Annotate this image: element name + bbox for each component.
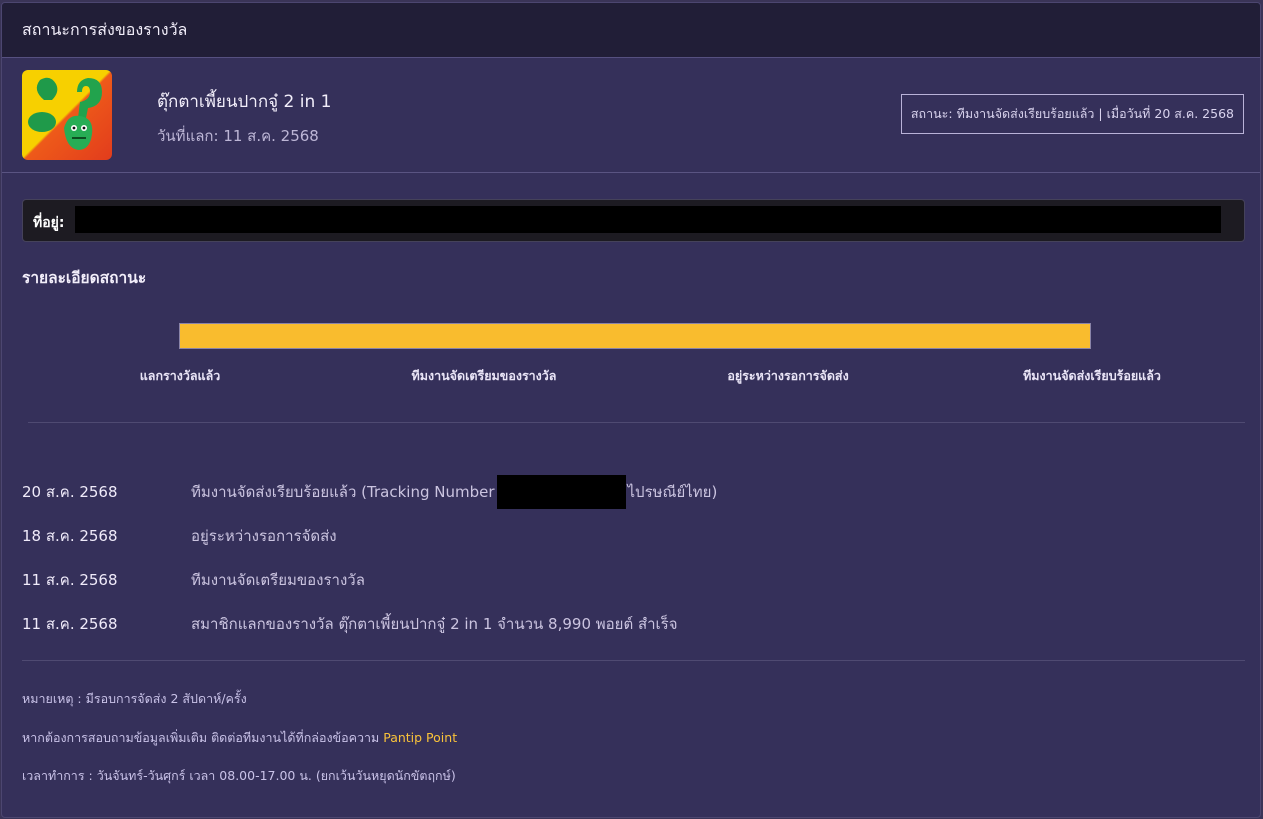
page-title: สถานะการส่งของรางวัล xyxy=(22,19,188,39)
timeline-text-carrier: ไปรษณีย์ไทย) xyxy=(627,483,718,501)
timeline-description: สมาชิกแลกของรางวัล ตุ๊กตาเพี้ยนปากจู๋ 2 … xyxy=(191,615,678,633)
divider xyxy=(28,422,1245,423)
timeline-date: 11 ส.ค. 2568 xyxy=(22,615,118,633)
timeline-text: ทีมงานจัดส่งเรียบร้อยแล้ว (Tracking Numb… xyxy=(191,483,495,501)
pantip-point-link[interactable]: Pantip Point xyxy=(383,730,457,745)
shipping-status-panel: สถานะการส่งของรางวัล ตุ๊กตาเพี้ยนปากจู๋ … xyxy=(1,2,1261,818)
address-redacted xyxy=(75,206,1221,233)
step-label-preparing: ทีมงานจัดเตรียมของรางวัล xyxy=(411,368,557,383)
panel-header: สถานะการส่งของรางวัล xyxy=(2,3,1260,58)
prize-name: ตุ๊กตาเพี้ยนปากจู๋ 2 in 1 xyxy=(157,92,332,112)
contact-note: หากต้องการสอบถามข้อมูลเพิ่มเติม ติดต่อที… xyxy=(22,728,457,748)
status-progress-fill xyxy=(180,324,1090,348)
status-badge: สถานะ: ทีมงานจัดส่งเรียบร้อยแล้ว | เมื่อ… xyxy=(900,94,1244,134)
timeline-date: 18 ส.ค. 2568 xyxy=(22,527,118,545)
address-label: ที่อยู่: xyxy=(33,215,65,231)
timeline-description: ทีมงานจัดเตรียมของรางวัล xyxy=(191,571,365,589)
timeline-date: 11 ส.ค. 2568 xyxy=(22,571,118,589)
timeline-description: อยู่ระหว่างรอการจัดส่ง xyxy=(191,527,337,545)
status-section-title: รายละเอียดสถานะ xyxy=(22,269,147,287)
prize-image xyxy=(22,70,112,160)
timeline-description: ทีมงานจัดส่งเรียบร้อยแล้ว (Tracking Numb… xyxy=(191,474,718,509)
step-label-shipped: ทีมงานจัดส่งเรียบร้อยแล้ว xyxy=(1023,368,1161,383)
step-label-awaiting-shipment: อยู่ระหว่างรอการจัดส่ง xyxy=(727,368,849,383)
divider xyxy=(22,660,1245,661)
tracking-number-redacted xyxy=(496,474,626,509)
redeem-date: วันที่แลก: 11 ส.ค. 2568 xyxy=(157,127,319,145)
shipping-note: หมายเหตุ : มีรอบการจัดส่ง 2 สัปดาห์/ครั้… xyxy=(22,691,247,706)
status-progress-bar xyxy=(179,323,1091,349)
step-label-redeemed: แลกรางวัลแล้ว xyxy=(139,368,221,383)
prize-summary: ตุ๊กตาเพี้ยนปากจู๋ 2 in 1 วันที่แลก: 11 … xyxy=(2,58,1260,173)
address-bar: ที่อยู่: xyxy=(22,199,1245,242)
business-hours-note: เวลาทำการ : วันจันทร์-วันศุกร์ เวลา 08.0… xyxy=(22,768,456,783)
contact-note-text: หากต้องการสอบถามข้อมูลเพิ่มเติม ติดต่อที… xyxy=(22,730,384,745)
timeline-date: 20 ส.ค. 2568 xyxy=(22,483,118,501)
